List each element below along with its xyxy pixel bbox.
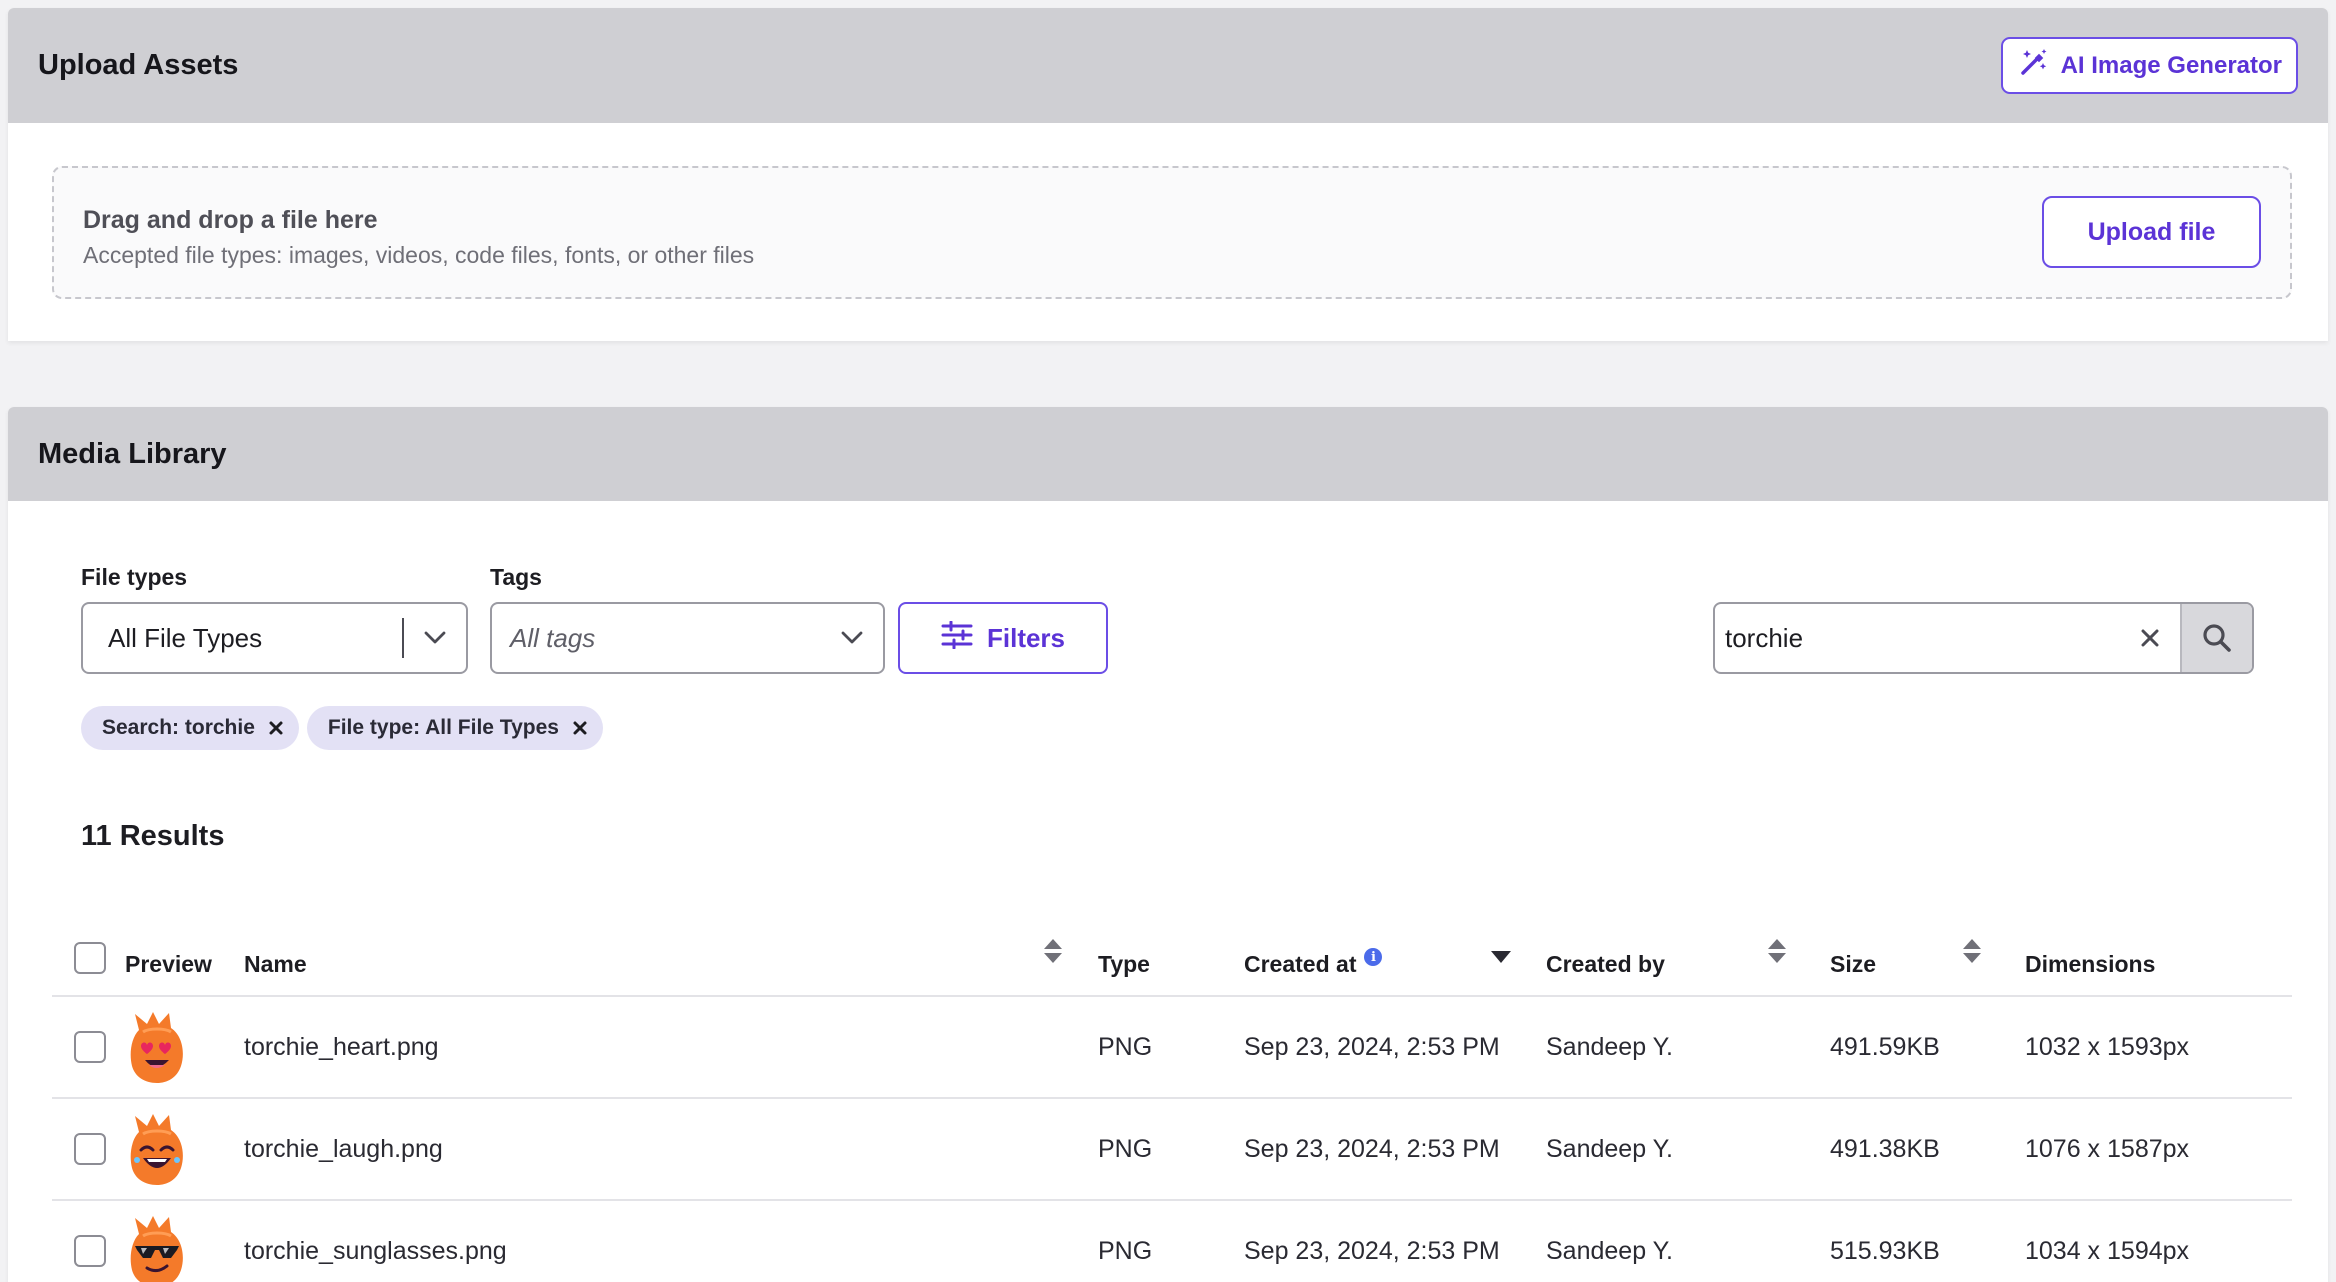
table-row[interactable]: torchie_heart.png PNG Sep 23, 2024, 2:53… <box>52 997 2292 1099</box>
file-name[interactable]: torchie_laugh.png <box>244 1099 443 1199</box>
file-type: PNG <box>1098 1032 1153 1061</box>
created-by: Sandeep Y. <box>1546 1134 1673 1163</box>
column-header-dimensions: Dimensions <box>2025 950 2156 977</box>
sort-name-icon[interactable] <box>1044 939 1062 963</box>
column-header-created-by[interactable]: Created by <box>1546 917 1665 995</box>
file-size: 515.93KB <box>1830 1236 1940 1265</box>
active-filter-chips: Search: torchie File type: All File Type… <box>81 706 603 750</box>
upload-assets-card: Upload Assets AI Image Generator Drag an… <box>8 8 2328 341</box>
file-name[interactable]: torchie_heart.png <box>244 997 439 1097</box>
tags-select[interactable]: All tags <box>490 602 885 674</box>
file-dropzone[interactable]: Drag and drop a file here Accepted file … <box>52 166 2292 299</box>
chevron-down-icon[interactable] <box>404 631 466 645</box>
upload-assets-header: Upload Assets AI Image Generator <box>8 8 2328 123</box>
sliders-icon <box>941 620 973 656</box>
clear-search-button[interactable] <box>2120 604 2180 672</box>
dimensions: 1034 x 1594px <box>2025 1236 2190 1265</box>
column-header-preview: Preview <box>125 950 212 977</box>
created-by: Sandeep Y. <box>1546 1236 1673 1265</box>
file-types-label: File types <box>81 564 188 590</box>
close-icon <box>573 721 587 735</box>
dimensions: 1076 x 1587px <box>2025 1134 2190 1163</box>
magic-wand-icon <box>2019 47 2049 84</box>
close-icon <box>2141 629 2159 647</box>
torchie-sunglasses-icon[interactable] <box>125 1201 189 1282</box>
remove-chip-button[interactable] <box>571 719 589 737</box>
tags-placeholder: All tags <box>510 622 596 653</box>
search-input[interactable] <box>1715 604 2120 672</box>
table-row[interactable]: torchie_sunglasses.png PNG Sep 23, 2024,… <box>52 1201 2292 1282</box>
dropzone-subtitle: Accepted file types: images, videos, cod… <box>83 242 755 268</box>
chip-label: Search: torchie <box>102 716 255 739</box>
sort-size-icon[interactable] <box>1963 939 1981 963</box>
media-library-header: Media Library <box>8 407 2328 501</box>
file-size: 491.38KB <box>1830 1134 1940 1163</box>
search-icon <box>2203 624 2231 652</box>
created-at-label: Created at <box>1244 950 1357 977</box>
file-name[interactable]: torchie_sunglasses.png <box>244 1201 507 1282</box>
column-header-name[interactable]: Name <box>244 917 307 995</box>
dimensions: 1032 x 1593px <box>2025 1032 2190 1061</box>
file-type: PNG <box>1098 1236 1153 1265</box>
search-button[interactable] <box>2180 604 2252 672</box>
close-icon <box>269 721 283 735</box>
filter-chip-search: Search: torchie <box>81 706 299 750</box>
column-header-created-at[interactable]: Created at i <box>1244 917 1383 995</box>
select-all-checkbox[interactable] <box>74 942 106 974</box>
tags-label: Tags <box>490 564 542 590</box>
created-at: Sep 23, 2024, 2:53 PM <box>1244 1134 1500 1163</box>
filters-label: Filters <box>986 622 1066 653</box>
search-box <box>1713 602 2254 674</box>
file-types-value: All File Types <box>108 622 263 653</box>
filter-chip-file-type: File type: All File Types <box>306 706 603 750</box>
column-header-type: Type <box>1098 950 1150 977</box>
upload-file-button[interactable]: Upload file <box>2042 196 2261 268</box>
file-type: PNG <box>1098 1134 1153 1163</box>
table-row[interactable]: torchie_laugh.png PNG Sep 23, 2024, 2:53… <box>52 1099 2292 1201</box>
created-at: Sep 23, 2024, 2:53 PM <box>1244 1236 1500 1265</box>
row-checkbox[interactable] <box>74 1235 106 1267</box>
created-at: Sep 23, 2024, 2:53 PM <box>1244 1032 1500 1061</box>
results-count: 11 Results <box>81 820 225 852</box>
ai-image-generator-label: AI Image Generator <box>2060 51 2282 79</box>
torchie-heart-eyes-icon[interactable] <box>125 997 189 1097</box>
column-header-size[interactable]: Size <box>1830 917 1876 995</box>
table-header-row: Preview Name Type Created at i Created b… <box>52 917 2292 997</box>
chevron-down-icon[interactable] <box>821 631 883 645</box>
filters-button[interactable]: Filters <box>898 602 1108 674</box>
dropzone-title: Drag and drop a file here <box>83 206 378 234</box>
remove-chip-button[interactable] <box>267 719 285 737</box>
media-library-card: Media Library File types All File Types … <box>8 407 2328 1282</box>
ai-image-generator-button[interactable]: AI Image Generator <box>2000 37 2298 94</box>
upload-assets-title: Upload Assets <box>38 49 239 81</box>
torchie-laugh-icon[interactable] <box>125 1099 189 1199</box>
info-icon[interactable]: i <box>1364 948 1383 966</box>
sort-desc-icon[interactable] <box>1491 951 1511 963</box>
media-library-title: Media Library <box>38 437 227 470</box>
created-by: Sandeep Y. <box>1546 1032 1673 1061</box>
row-checkbox[interactable] <box>74 1133 106 1165</box>
select-all-cell <box>74 917 106 995</box>
file-types-select[interactable]: All File Types <box>81 602 468 674</box>
row-checkbox[interactable] <box>74 1031 106 1063</box>
media-table: Preview Name Type Created at i Created b… <box>52 917 2292 1282</box>
file-size: 491.59KB <box>1830 1032 1940 1061</box>
sort-created-by-icon[interactable] <box>1768 939 1786 963</box>
chip-label: File type: All File Types <box>327 716 559 739</box>
